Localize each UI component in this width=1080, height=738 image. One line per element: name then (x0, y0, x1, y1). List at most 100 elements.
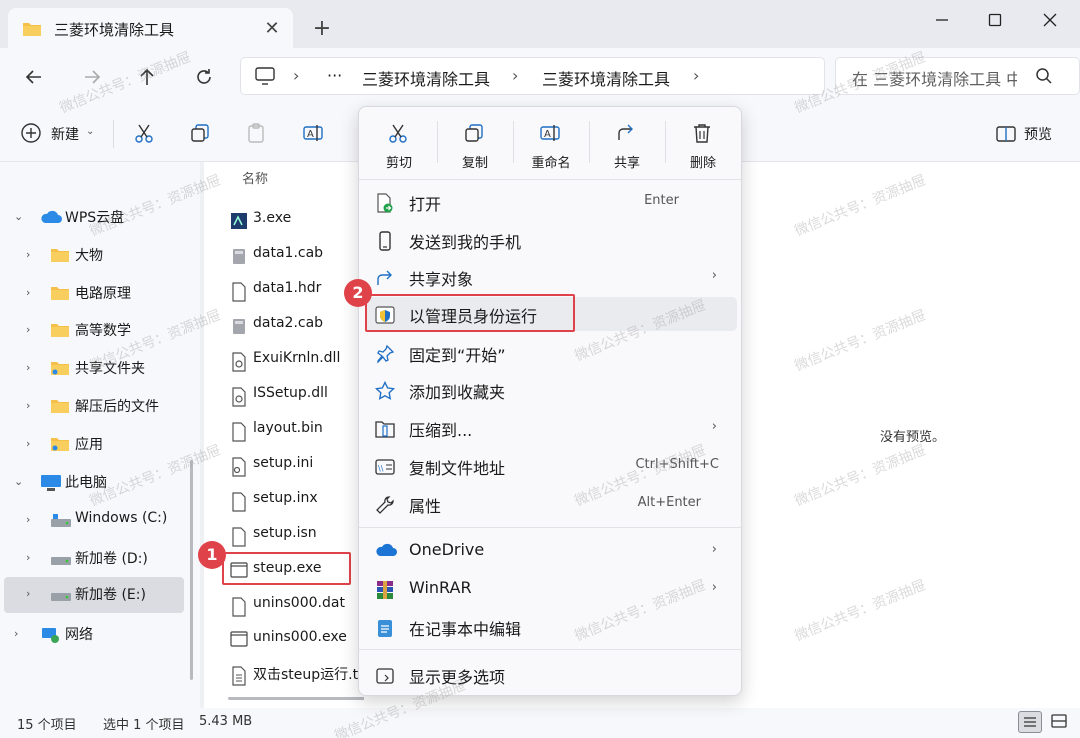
file-item[interactable]: setup.isn (224, 519, 374, 551)
menu-divider (359, 649, 743, 650)
details-view-button[interactable] (1018, 711, 1042, 733)
rename-icon[interactable]: A (302, 122, 326, 146)
sidebar-item-drive[interactable]: › 新加卷 (D:) (4, 541, 184, 575)
exe-icon (230, 212, 248, 230)
tab-active[interactable]: 三菱环境清除工具 ✕ (8, 8, 293, 50)
menu-item-pin-to-start[interactable]: 固定到“开始” (365, 336, 737, 370)
chevron-right-icon: › (711, 580, 717, 595)
breadcrumb-item[interactable]: 三菱环境清除工具 (542, 66, 670, 90)
network-icon (40, 626, 62, 644)
close-window-button[interactable] (1038, 8, 1062, 32)
file-item[interactable]: 双击steup运行.t (224, 658, 374, 690)
menu-item-winrar[interactable]: WinRAR › (365, 572, 737, 606)
column-header-name[interactable]: 名称 (242, 168, 268, 187)
menu-item-compress-to[interactable]: 压缩到... › (365, 411, 737, 445)
copy-icon[interactable] (189, 122, 213, 146)
chevron-right-icon: › (711, 542, 717, 557)
sidebar-item-folder[interactable]: › 大物 (4, 238, 184, 272)
delete-button[interactable]: 删除 (665, 119, 741, 171)
sidebar-item-drive-selected[interactable]: › 新加卷 (E:) (4, 577, 184, 613)
share-button[interactable]: 共享 (589, 119, 665, 171)
sidebar-item-label: 大物 (75, 248, 103, 264)
new-tab-button[interactable]: + (310, 18, 334, 42)
menu-item-shortcut: Alt+Enter (637, 495, 701, 510)
tiles-view-button[interactable] (1048, 711, 1072, 733)
sidebar-scrollbar[interactable] (190, 460, 193, 680)
search-icon (1035, 67, 1053, 85)
tab-title: 三菱环境清除工具 (54, 21, 175, 39)
cut-button[interactable]: 剪切 (361, 119, 437, 171)
notepad-icon (375, 618, 395, 638)
share-icon (375, 268, 395, 288)
file-item[interactable]: unins000.exe (224, 623, 374, 655)
tab-close-button[interactable]: ✕ (261, 18, 283, 40)
file-item[interactable]: unins000.dat (224, 589, 374, 621)
file-item[interactable]: data2.cab (224, 309, 374, 341)
sidebar-item-network[interactable]: › 网络 (4, 617, 184, 651)
maximize-button[interactable] (983, 8, 1007, 32)
new-button-label[interactable]: 新建 (51, 124, 79, 144)
file-item[interactable]: setup.ini (224, 449, 374, 481)
annotation-box-run-as-admin (365, 294, 575, 332)
selection-size: 5.43 MB (199, 714, 253, 729)
phone-icon (375, 231, 395, 251)
forward-button[interactable] (80, 65, 104, 89)
file-item[interactable]: 3.exe (224, 204, 374, 236)
status-bar: 15 个项目 选中 1 个项目 5.43 MB (0, 708, 1080, 738)
file-item[interactable]: layout.bin (224, 414, 374, 446)
folder-icon (50, 398, 70, 414)
new-button[interactable] (20, 122, 44, 146)
refresh-button[interactable] (192, 65, 216, 89)
folder-icon (50, 322, 70, 338)
file-item[interactable]: ISSetup.dll (224, 379, 374, 411)
rename-button[interactable]: A 重命名 (513, 119, 589, 171)
rename-icon: A (539, 122, 561, 144)
txt-icon (230, 666, 248, 686)
menu-item-edit-in-notepad[interactable]: 在记事本中编辑 (365, 610, 737, 644)
sidebar-item-folder[interactable]: › 高等数学 (4, 313, 184, 347)
sidebar-item-folder[interactable]: › 电路原理 (4, 276, 184, 310)
copy-button[interactable]: 复制 (437, 119, 513, 171)
scissors-icon (387, 122, 409, 144)
menu-item-label: 显示更多选项 (409, 668, 506, 687)
sidebar-item-label: 共享文件夹 (75, 361, 145, 377)
minimize-button[interactable] (930, 8, 954, 32)
sidebar-item-folder[interactable]: › 共享文件夹 (4, 351, 184, 385)
cab-icon (230, 247, 248, 265)
menu-item-copy-as-path[interactable]: \\ 复制文件地址 Ctrl+Shift+C (365, 449, 737, 483)
search-input[interactable]: 在 三菱环境清除工具 中搜索 (835, 57, 1080, 95)
sidebar-item-wps-cloud[interactable]: ⌄ WPS云盘 (4, 200, 184, 234)
menu-item-onedrive[interactable]: OneDrive › (365, 534, 737, 568)
sidebar-item-label: 网络 (65, 627, 93, 643)
paste-icon[interactable] (245, 122, 269, 146)
more-options-icon (375, 666, 395, 686)
tab-bar: 三菱环境清除工具 ✕ + (0, 0, 1080, 50)
file-name: setup.inx (253, 490, 318, 506)
sidebar-item-this-pc[interactable]: ⌄ 此电脑 (4, 465, 184, 499)
menu-item-send-to-phone[interactable]: 发送到我的手机 (365, 223, 737, 257)
menu-item-label: 固定到“开始” (409, 346, 506, 365)
file-item[interactable]: data1.cab (224, 239, 374, 271)
annotation-badge-1: 1 (198, 541, 226, 569)
preview-button[interactable]: 预览 (993, 120, 1073, 148)
cab-icon (230, 317, 248, 335)
address-bar[interactable]: › ··· 三菱环境清除工具 › 三菱环境清除工具 › (240, 57, 825, 95)
sidebar-item-label: WPS云盘 (65, 210, 125, 226)
file-item[interactable]: ExuiKrnln.dll (224, 344, 374, 376)
back-button[interactable] (22, 65, 46, 89)
horizontal-scrollbar[interactable] (228, 697, 368, 700)
up-button[interactable] (135, 65, 159, 89)
breadcrumb-item[interactable]: 三菱环境清除工具 (362, 66, 490, 90)
menu-item-add-to-favorites[interactable]: 添加到收藏夹 (365, 373, 737, 407)
breadcrumb-ellipsis[interactable]: ··· (327, 66, 342, 85)
sidebar-item-folder[interactable]: › 应用 (4, 427, 184, 461)
sidebar-item-folder[interactable]: › 解压后的文件 (4, 389, 184, 423)
menu-item-properties[interactable]: 属性 Alt+Enter (365, 487, 737, 521)
menu-item-share-with[interactable]: 共享对象 › (365, 260, 737, 294)
menu-item-open[interactable]: 打开 Enter (365, 185, 737, 219)
sidebar-item-drive[interactable]: › Windows (C:) (4, 503, 184, 537)
annotation-box-file (222, 552, 351, 585)
menu-item-show-more-options[interactable]: 显示更多选项 (365, 658, 737, 692)
cut-icon[interactable] (133, 122, 157, 146)
file-item[interactable]: setup.inx (224, 484, 374, 516)
